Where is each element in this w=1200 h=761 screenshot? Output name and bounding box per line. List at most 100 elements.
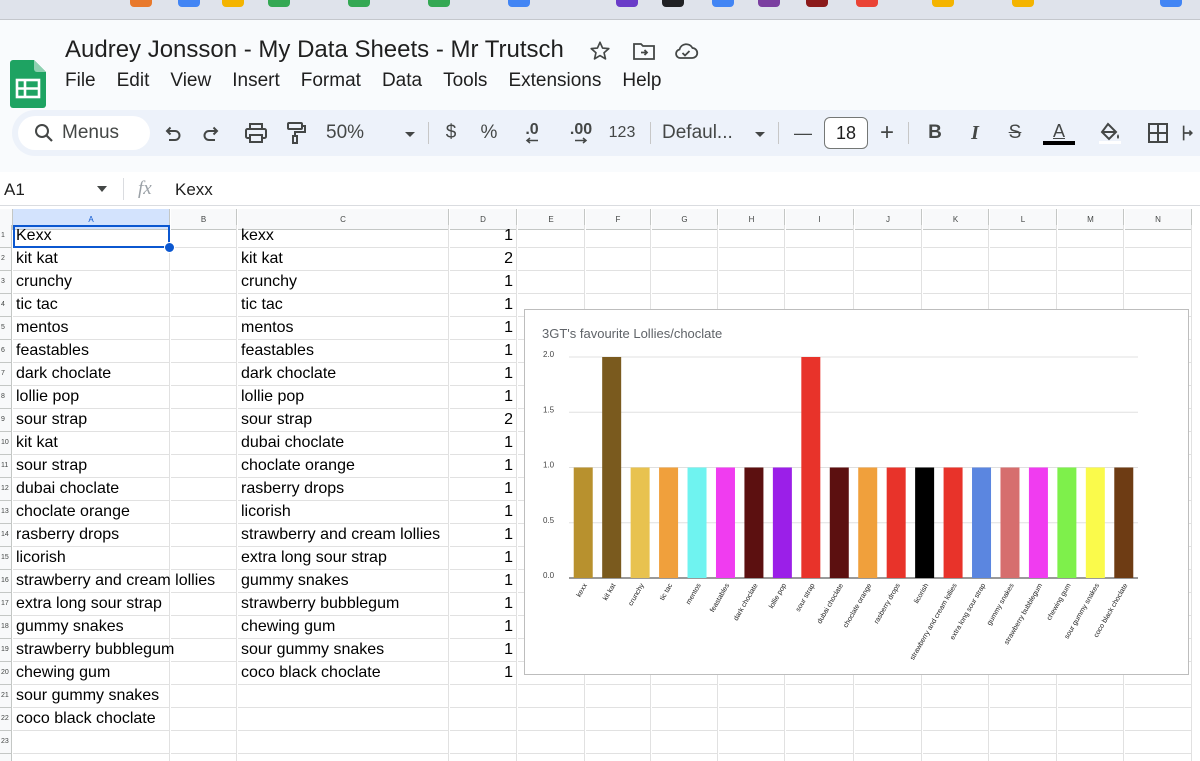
paint-format-icon[interactable] bbox=[282, 118, 310, 148]
empty-cell[interactable] bbox=[923, 754, 989, 761]
menu-format[interactable]: Format bbox=[301, 70, 361, 92]
empty-cell[interactable] bbox=[171, 754, 237, 761]
chart-bar-feastables[interactable] bbox=[715, 467, 735, 579]
empty-cell[interactable] bbox=[990, 248, 1057, 271]
text-color-button[interactable]: A bbox=[1042, 118, 1076, 148]
empty-cell[interactable] bbox=[171, 225, 237, 248]
move-folder-icon[interactable] bbox=[632, 38, 656, 64]
empty-cell[interactable] bbox=[923, 708, 989, 731]
empty-cell[interactable] bbox=[786, 225, 854, 248]
undo-icon[interactable] bbox=[160, 118, 184, 148]
tab-favicon[interactable] bbox=[130, 0, 152, 7]
cell-c6[interactable]: feastables bbox=[238, 340, 449, 363]
cell-c4[interactable]: tic tac bbox=[238, 294, 449, 317]
percent-format-button[interactable]: % bbox=[478, 118, 500, 148]
chart-bar-dark-choclate[interactable] bbox=[744, 467, 764, 579]
empty-cell[interactable] bbox=[518, 708, 585, 731]
chart-bar-strawberry-bubblegum[interactable] bbox=[1028, 467, 1048, 579]
empty-cell[interactable] bbox=[238, 754, 449, 761]
cell-a16[interactable]: strawberry and cream lollies bbox=[13, 570, 215, 593]
cell-c15[interactable]: extra long sour strap bbox=[238, 547, 449, 570]
empty-cell[interactable] bbox=[1125, 708, 1192, 731]
cell-c1[interactable]: kexx bbox=[238, 225, 449, 248]
empty-cell[interactable] bbox=[990, 708, 1057, 731]
empty-cell[interactable] bbox=[855, 754, 922, 761]
fill-color-icon[interactable] bbox=[1096, 118, 1124, 148]
row-header[interactable]: 9 bbox=[0, 409, 12, 432]
empty-cell[interactable] bbox=[518, 271, 585, 294]
empty-cell[interactable] bbox=[450, 685, 517, 708]
cell-c10[interactable]: dubai choclate bbox=[238, 432, 449, 455]
cell-c11[interactable]: choclate orange bbox=[238, 455, 449, 478]
empty-cell[interactable] bbox=[786, 271, 854, 294]
row-header[interactable]: 3 bbox=[0, 271, 12, 294]
merge-cells-icon[interactable] bbox=[1182, 118, 1200, 148]
cloud-status-icon[interactable] bbox=[673, 38, 699, 64]
cell-a13[interactable]: choclate orange bbox=[13, 501, 170, 524]
tab-favicon[interactable] bbox=[616, 0, 638, 7]
empty-cell[interactable] bbox=[171, 248, 237, 271]
empty-cell[interactable] bbox=[1058, 225, 1124, 248]
empty-cell[interactable] bbox=[518, 754, 585, 761]
row-header[interactable]: 24 bbox=[0, 754, 12, 761]
row-header[interactable]: 15 bbox=[0, 547, 12, 570]
tab-favicon[interactable] bbox=[806, 0, 828, 7]
cell-d5[interactable]: 1 bbox=[450, 317, 517, 340]
empty-cell[interactable] bbox=[652, 271, 718, 294]
empty-cell[interactable] bbox=[586, 271, 651, 294]
empty-cell[interactable] bbox=[855, 271, 922, 294]
tab-favicon[interactable] bbox=[856, 0, 878, 7]
font-size-input[interactable]: 18 bbox=[824, 117, 868, 149]
empty-cell[interactable] bbox=[719, 248, 785, 271]
cell-d10[interactable]: 1 bbox=[450, 432, 517, 455]
chart-bar-lollie-pop[interactable] bbox=[772, 467, 792, 579]
bold-button[interactable]: B bbox=[924, 118, 946, 148]
cell-d1[interactable]: 1 bbox=[450, 225, 517, 248]
more-formats-button[interactable]: 123 bbox=[602, 118, 642, 148]
empty-cell[interactable] bbox=[586, 685, 651, 708]
chart-bar-mentos[interactable] bbox=[687, 467, 707, 579]
empty-cell[interactable] bbox=[171, 524, 237, 547]
tab-favicon[interactable] bbox=[268, 0, 290, 7]
tab-favicon[interactable] bbox=[508, 0, 530, 7]
row-header[interactable]: 18 bbox=[0, 616, 12, 639]
chart-bar-rasberry-drops[interactable] bbox=[886, 467, 906, 579]
cell-a8[interactable]: lollie pop bbox=[13, 386, 170, 409]
increase-font-size-button[interactable]: + bbox=[876, 118, 898, 148]
empty-cell[interactable] bbox=[923, 731, 989, 754]
row-header[interactable]: 11 bbox=[0, 455, 12, 478]
cell-a17[interactable]: extra long sour strap bbox=[13, 593, 170, 616]
menu-file[interactable]: File bbox=[65, 70, 96, 92]
cell-a22[interactable]: coco black choclate bbox=[13, 708, 170, 731]
menu-help[interactable]: Help bbox=[622, 70, 661, 92]
formula-input[interactable]: Kexx bbox=[175, 180, 213, 200]
empty-cell[interactable] bbox=[171, 317, 237, 340]
empty-cell[interactable] bbox=[586, 248, 651, 271]
cell-d6[interactable]: 1 bbox=[450, 340, 517, 363]
empty-cell[interactable] bbox=[855, 685, 922, 708]
tab-favicon[interactable] bbox=[348, 0, 370, 7]
empty-cell[interactable] bbox=[719, 708, 785, 731]
cell-a2[interactable]: kit kat bbox=[13, 248, 170, 271]
empty-cell[interactable] bbox=[13, 754, 170, 761]
decrease-decimal-button[interactable]: .0 bbox=[516, 118, 548, 148]
empty-cell[interactable] bbox=[1125, 271, 1192, 294]
empty-cell[interactable] bbox=[990, 685, 1057, 708]
menu-tools[interactable]: Tools bbox=[443, 70, 487, 92]
tab-favicon[interactable] bbox=[932, 0, 954, 7]
empty-cell[interactable] bbox=[238, 685, 449, 708]
empty-cell[interactable] bbox=[719, 731, 785, 754]
cell-d3[interactable]: 1 bbox=[450, 271, 517, 294]
empty-cell[interactable] bbox=[171, 386, 237, 409]
cell-d11[interactable]: 1 bbox=[450, 455, 517, 478]
tab-favicon[interactable] bbox=[428, 0, 450, 7]
row-header[interactable]: 14 bbox=[0, 524, 12, 547]
row-header[interactable]: 16 bbox=[0, 570, 12, 593]
empty-cell[interactable] bbox=[171, 547, 237, 570]
empty-cell[interactable] bbox=[171, 478, 237, 501]
empty-cell[interactable] bbox=[1058, 271, 1124, 294]
empty-cell[interactable] bbox=[450, 731, 517, 754]
empty-cell[interactable] bbox=[586, 731, 651, 754]
empty-cell[interactable] bbox=[13, 731, 170, 754]
cell-d12[interactable]: 1 bbox=[450, 478, 517, 501]
